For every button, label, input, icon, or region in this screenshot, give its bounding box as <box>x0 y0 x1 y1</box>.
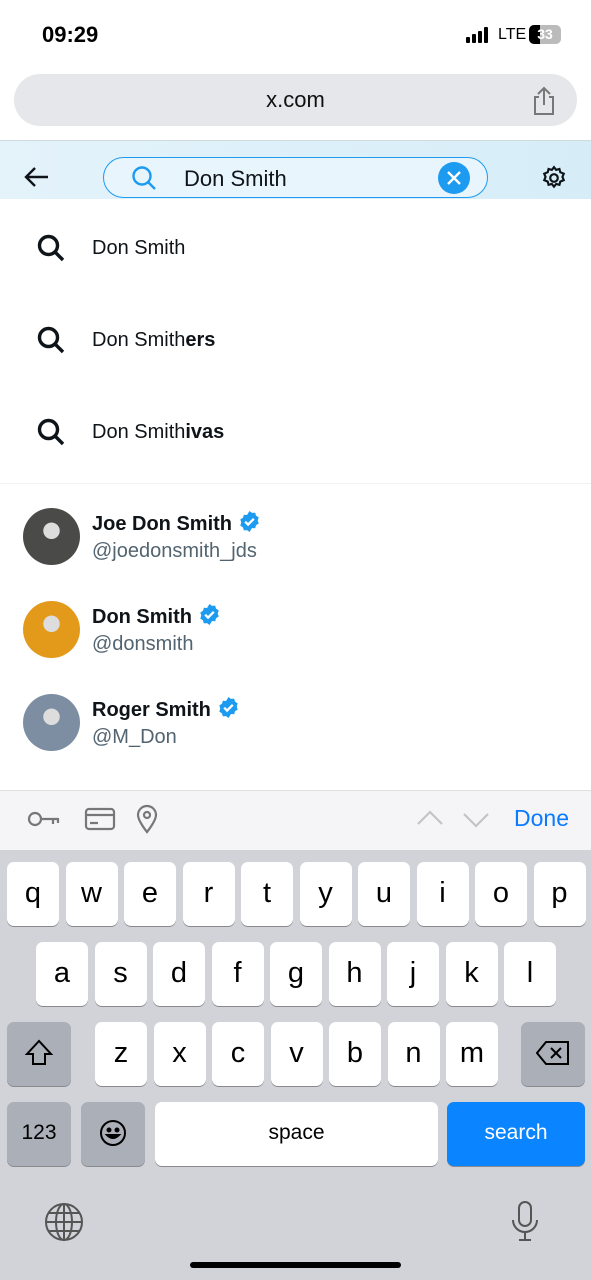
key-y[interactable]: y <box>299 862 352 926</box>
url-bar[interactable]: x.com <box>14 74 577 126</box>
key-o[interactable]: o <box>475 862 527 926</box>
user-name: Joe Don Smith <box>92 513 233 535</box>
key-z[interactable]: z <box>95 1022 147 1086</box>
key-p[interactable]: p <box>533 862 586 926</box>
key-e[interactable]: e <box>124 862 176 926</box>
user-name-row: Joe Don Smith <box>92 510 261 539</box>
keyboard-accessory-bar: Done <box>0 790 591 850</box>
user-handle: @donsmith <box>92 633 194 655</box>
user-name: Don Smith <box>92 606 192 628</box>
search-query: Don Smith <box>184 166 287 191</box>
backspace-icon <box>535 1041 569 1065</box>
battery-icon: 33 <box>529 25 561 44</box>
backspace-key[interactable] <box>521 1022 585 1086</box>
key-s[interactable]: s <box>94 942 147 1006</box>
key-r[interactable]: r <box>182 862 235 926</box>
suggestion-suffix: ivas <box>185 420 225 443</box>
chevron-up-icon[interactable] <box>416 809 444 827</box>
user-result[interactable]: Roger Smith @M_Don <box>0 676 591 768</box>
credit-card-icon[interactable] <box>84 807 116 831</box>
status-bar: 09:29 LTE 33 <box>0 0 591 70</box>
url-text: x.com <box>266 87 325 112</box>
avatar <box>23 601 80 658</box>
keyboard: q w e r t y u i o p a s d f g h j k l z x c v b n m 123 space search <box>0 850 591 1280</box>
clear-search-button[interactable] <box>438 162 470 194</box>
user-name-row: Roger Smith <box>92 696 240 725</box>
key-icon[interactable] <box>27 809 61 829</box>
clock: 09:29 <box>42 22 99 47</box>
share-icon[interactable] <box>531 86 557 116</box>
key-v[interactable]: v <box>270 1022 323 1086</box>
search-header: Don Smith <box>0 140 591 199</box>
search-icon <box>37 234 65 262</box>
key-h[interactable]: h <box>328 942 381 1006</box>
key-w[interactable]: w <box>65 862 118 926</box>
key-t[interactable]: t <box>241 862 293 926</box>
location-pin-icon[interactable] <box>136 804 158 834</box>
arrow-left-icon[interactable] <box>24 165 50 189</box>
user-handle: @M_Don <box>92 726 177 748</box>
key-a[interactable]: a <box>36 942 88 1006</box>
suggestion-text: Don Smith <box>92 237 185 260</box>
suggestion-prefix: Don Smith <box>92 236 186 259</box>
key-n[interactable]: n <box>387 1022 440 1086</box>
search-suggestion[interactable]: Don Smithivas <box>0 386 591 478</box>
close-icon <box>447 171 461 185</box>
divider <box>0 483 591 484</box>
done-button[interactable]: Done <box>514 805 569 832</box>
globe-icon[interactable] <box>44 1202 84 1247</box>
space-key[interactable]: space <box>155 1102 438 1166</box>
key-q[interactable]: q <box>7 862 59 926</box>
numbers-key[interactable]: 123 <box>7 1102 71 1166</box>
user-handle: @joedonsmith_jds <box>92 540 257 562</box>
suggestion-text: Don Smithers <box>92 329 215 352</box>
avatar <box>23 508 80 565</box>
suggestion-prefix: Don Smith <box>92 420 186 443</box>
key-k[interactable]: k <box>445 942 498 1006</box>
search-input[interactable]: Don Smith <box>103 157 488 198</box>
key-m[interactable]: m <box>446 1022 498 1086</box>
search-icon <box>37 418 65 446</box>
avatar <box>23 694 80 751</box>
search-icon <box>132 166 156 190</box>
key-x[interactable]: x <box>153 1022 206 1086</box>
gear-icon[interactable] <box>541 165 567 191</box>
search-key[interactable]: search <box>447 1102 585 1166</box>
key-u[interactable]: u <box>358 862 410 926</box>
suggestion-suffix: ers <box>185 328 216 351</box>
search-suggestion[interactable]: Don Smithers <box>0 294 591 386</box>
key-i[interactable]: i <box>416 862 469 926</box>
suggestion-text: Don Smithivas <box>92 421 224 444</box>
battery-level: 33 <box>537 26 553 42</box>
user-name: Roger Smith <box>92 699 211 721</box>
emoji-key[interactable] <box>81 1102 145 1166</box>
key-c[interactable]: c <box>212 1022 264 1086</box>
verified-badge-icon <box>198 603 221 632</box>
chevron-down-icon[interactable] <box>462 811 490 829</box>
key-f[interactable]: f <box>211 942 264 1006</box>
verified-badge-icon <box>238 510 261 539</box>
search-icon <box>37 326 65 354</box>
home-indicator <box>190 1262 401 1268</box>
key-l[interactable]: l <box>504 942 556 1006</box>
key-g[interactable]: g <box>270 942 322 1006</box>
emoji-icon <box>100 1120 126 1146</box>
signal-icon <box>466 27 488 43</box>
verified-badge-icon <box>217 696 240 725</box>
shift-key[interactable] <box>7 1022 71 1086</box>
user-result[interactable]: Joe Don Smith @joedonsmith_jds <box>0 490 591 582</box>
suggestion-prefix: Don Smith <box>92 328 186 351</box>
user-name-row: Don Smith <box>92 603 221 632</box>
search-suggestion[interactable]: Don Smith <box>0 202 591 294</box>
key-d[interactable]: d <box>153 942 205 1006</box>
shift-icon <box>24 1039 54 1065</box>
key-b[interactable]: b <box>329 1022 381 1086</box>
microphone-icon[interactable] <box>510 1200 540 1247</box>
key-j[interactable]: j <box>387 942 439 1006</box>
user-result[interactable]: Don Smith @donsmith <box>0 583 591 675</box>
network-label: LTE <box>498 26 527 43</box>
